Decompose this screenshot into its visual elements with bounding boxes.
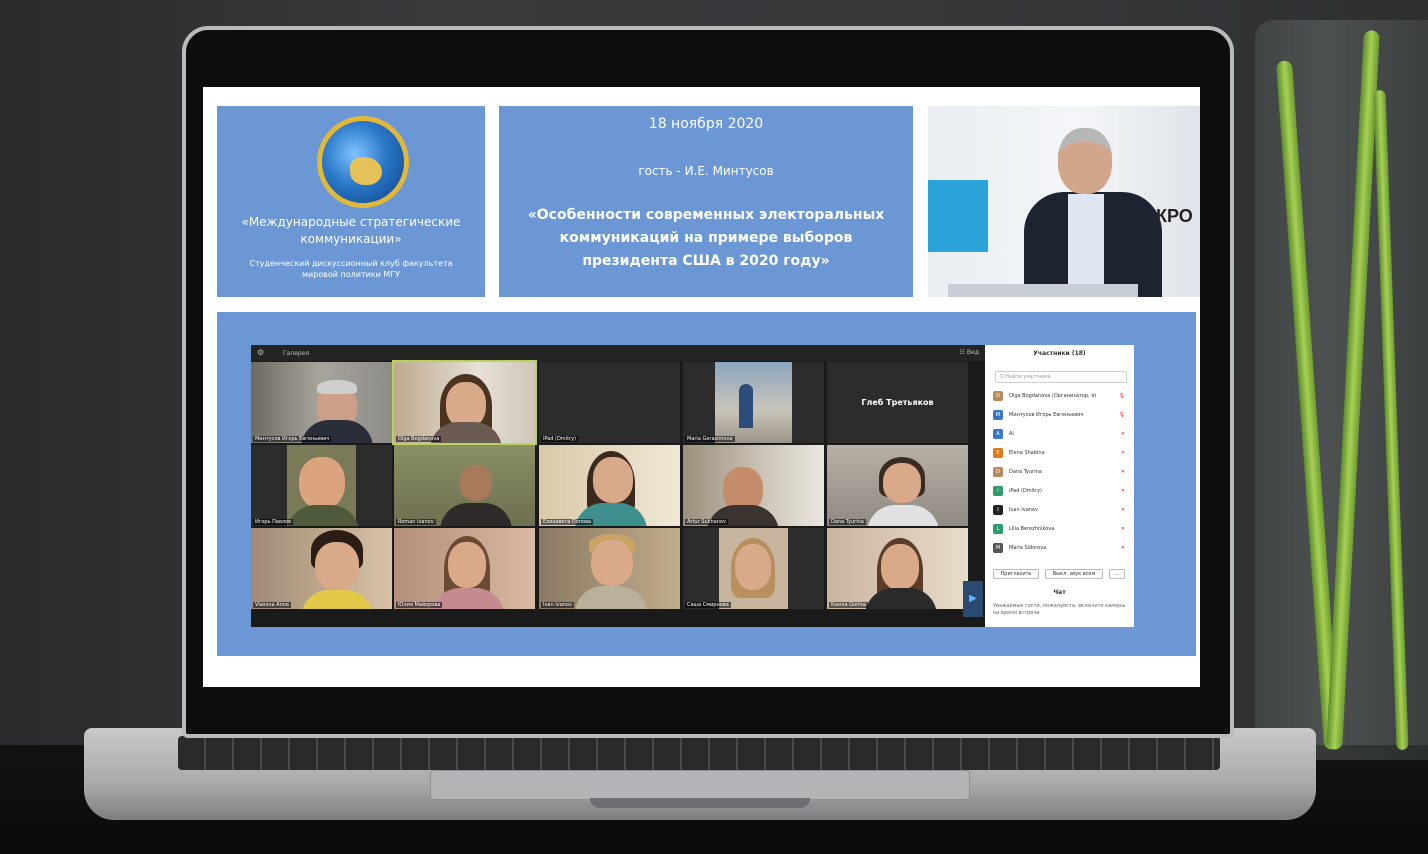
video-tile[interactable]: Ivan Ivanov bbox=[539, 528, 680, 609]
video-tile[interactable]: Минтусов Игорь Евгеньевич bbox=[251, 362, 392, 443]
participant-row[interactable]: E Elena Shabina ✕ bbox=[993, 446, 1129, 460]
laptop-screen: «Международные стратегические коммуникац… bbox=[203, 87, 1200, 687]
muted-mic-icon: ✕ bbox=[1120, 526, 1125, 532]
participant-row-name: Al bbox=[1009, 431, 1014, 437]
avatar: O bbox=[993, 391, 1003, 401]
event-date: 18 ноября 2020 bbox=[648, 116, 764, 132]
video-tile[interactable]: Елизавета Попова bbox=[539, 445, 680, 526]
participant-name: Саша Смирнова bbox=[685, 602, 731, 608]
view-toggle-button[interactable]: ☷ Вид bbox=[960, 349, 979, 356]
event-title-panel: 18 ноября 2020 гость - И.Е. Минтусов «Ос… bbox=[499, 106, 913, 297]
avatar: M bbox=[993, 543, 1003, 553]
event-guest: гость - И.Е. Минтусов bbox=[638, 164, 774, 178]
participant-row-name: Elena Shabina bbox=[1009, 450, 1045, 456]
participant-row[interactable]: M Минтусов Игорь Евгеньевич 🎙 bbox=[993, 408, 1129, 422]
participant-name: Минтусов Игорь Евгеньевич bbox=[253, 436, 332, 442]
participant-row-name: Lilia Berezhnikova bbox=[1009, 526, 1055, 532]
photo-backdrop-block bbox=[928, 180, 988, 252]
video-tile[interactable]: Maria Gerasimova bbox=[683, 362, 824, 443]
avatar: I bbox=[993, 505, 1003, 515]
participant-name: Vlasova Anna bbox=[253, 602, 291, 608]
participant-name: Artur Sukhanov bbox=[685, 519, 728, 525]
participant-name: Юлия Майорова bbox=[396, 602, 443, 608]
participant-name: Игорь Павлов bbox=[253, 519, 294, 525]
participant-name-placeholder: Глеб Третьяков bbox=[861, 398, 934, 407]
participant-name: Ivan Ivanov bbox=[541, 602, 574, 608]
zoom-window: ⚙ Галерея ☷ Вид Минтусов Игорь Евгеньеви… bbox=[251, 345, 1134, 627]
muted-mic-icon: ✕ bbox=[1120, 488, 1125, 494]
participant-search-input[interactable]: Q Найти участника bbox=[995, 371, 1127, 383]
view-mode-label[interactable]: Галерея bbox=[283, 350, 309, 357]
participant-row[interactable]: D Dana Tyurina ✕ bbox=[993, 465, 1129, 479]
participant-row-name: Ivan Ivanov bbox=[1009, 507, 1038, 513]
video-gallery: Минтусов Игорь Евгеньевич Olga Bogdanova… bbox=[251, 360, 985, 627]
participant-row[interactable]: A Al ✕ bbox=[993, 427, 1129, 441]
video-tile[interactable]: Глеб Третьяков bbox=[827, 362, 968, 443]
avatar: A bbox=[993, 429, 1003, 439]
video-tile[interactable]: Roman Ivanov bbox=[394, 445, 535, 526]
podium bbox=[948, 284, 1138, 297]
muted-mic-icon: ✕ bbox=[1120, 431, 1125, 437]
participant-row[interactable]: O Olga Bogdanova (Организатор, я) 🎙 bbox=[993, 389, 1129, 403]
mic-icon: 🎙 bbox=[1118, 412, 1125, 418]
muted-mic-icon: ✕ bbox=[1120, 450, 1125, 456]
mic-icon: 🎙 bbox=[1118, 393, 1125, 399]
next-page-arrow-icon[interactable]: ▶ bbox=[963, 581, 983, 617]
video-tile[interactable]: Artur Sukhanov bbox=[683, 445, 824, 526]
mute-all-button[interactable]: Выкл. звук всем bbox=[1045, 569, 1103, 579]
muted-mic-icon: ✕ bbox=[1120, 507, 1125, 513]
laptop-notch bbox=[590, 798, 810, 808]
club-name: «Международные стратегические коммуникац… bbox=[241, 215, 461, 246]
video-tile[interactable]: Vlasova Anna bbox=[251, 528, 392, 609]
photo-banner-text: КРО bbox=[1156, 206, 1193, 226]
video-tile[interactable]: iPad (Dmitry) bbox=[539, 362, 680, 443]
club-logo-panel: «Международные стратегические коммуникац… bbox=[217, 106, 485, 297]
participants-title: Участники (18) bbox=[1033, 350, 1086, 357]
participant-row-name: Минтусов Игорь Евгеньевич bbox=[1009, 412, 1084, 418]
participant-row-name: iPad (Dmitry) bbox=[1009, 488, 1042, 494]
participant-row[interactable]: I Ivan Ivanov ✕ bbox=[993, 503, 1129, 517]
talk-title: «Особенности современных электоральных к… bbox=[527, 207, 885, 269]
chat-title: Чат bbox=[1053, 589, 1066, 596]
participant-row[interactable]: L Lilia Berezhnikova ✕ bbox=[993, 522, 1129, 536]
participant-name: Olga Bogdanova bbox=[396, 436, 442, 442]
video-tile[interactable]: Игорь Павлов bbox=[251, 445, 392, 526]
speaker-photo: КРО bbox=[928, 106, 1200, 297]
more-options-button[interactable]: ... bbox=[1109, 569, 1125, 579]
video-tile[interactable]: Юлия Майорова bbox=[394, 528, 535, 609]
participant-name: Елизавета Попова bbox=[541, 519, 594, 525]
video-tile[interactable]: Ksenia Gorina bbox=[827, 528, 968, 609]
participant-row[interactable]: i iPad (Dmitry) ✕ bbox=[993, 484, 1129, 498]
zoom-toolbar: ⚙ Галерея ☷ Вид bbox=[251, 345, 985, 361]
gear-icon[interactable]: ⚙ bbox=[257, 348, 264, 357]
avatar: i bbox=[993, 486, 1003, 496]
laptop-keyboard bbox=[178, 736, 1220, 770]
invite-button[interactable]: Пригласить bbox=[993, 569, 1039, 579]
chat-message: Уважаемые гости, пожалуйста, включите ка… bbox=[993, 603, 1126, 616]
muted-mic-icon: ✕ bbox=[1120, 469, 1125, 475]
participant-row-name: Dana Tyurina bbox=[1009, 469, 1042, 475]
participant-name: Ksenia Gorina bbox=[829, 602, 868, 608]
muted-mic-icon: ✕ bbox=[1120, 545, 1125, 551]
speaker-head bbox=[1058, 128, 1112, 194]
video-tile[interactable]: Саша Смирнова bbox=[683, 528, 824, 609]
participant-name: Dana Tyurina bbox=[829, 519, 866, 525]
participant-row[interactable]: M Maria Sidorova ✕ bbox=[993, 541, 1129, 555]
laptop-trackpad bbox=[430, 770, 970, 800]
video-tile[interactable]: Dana Tyurina bbox=[827, 445, 968, 526]
participant-name: iPad (Dmitry) bbox=[541, 436, 578, 442]
participants-panel: Участники (18) Q Найти участника O Olga … bbox=[985, 345, 1134, 627]
video-tile[interactable]: Olga Bogdanova bbox=[392, 360, 537, 445]
participant-name: Maria Gerasimova bbox=[685, 436, 735, 442]
participant-row-name: Olga Bogdanova (Организатор, я) bbox=[1009, 393, 1097, 399]
avatar: E bbox=[993, 448, 1003, 458]
avatar: L bbox=[993, 524, 1003, 534]
avatar: M bbox=[993, 410, 1003, 420]
avatar: D bbox=[993, 467, 1003, 477]
speaker-shirt bbox=[1068, 194, 1104, 284]
club-subtitle: Студенческий дискуссионный клуб факульте… bbox=[249, 259, 453, 279]
globe-logo-icon bbox=[317, 116, 409, 208]
participant-row-name: Maria Sidorova bbox=[1009, 545, 1047, 551]
participant-name: Roman Ivanov bbox=[396, 519, 436, 525]
